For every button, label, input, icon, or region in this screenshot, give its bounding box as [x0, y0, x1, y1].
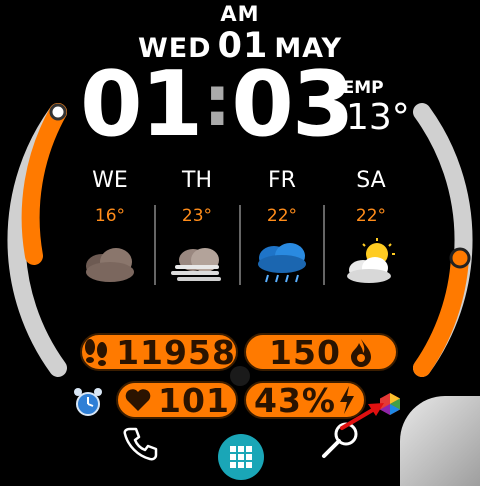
pointer-arrow-icon	[340, 403, 384, 430]
clock-separator: :	[203, 60, 231, 142]
alarm-clock-icon[interactable]	[72, 386, 104, 418]
temperature-value[interactable]: -13°	[333, 97, 410, 138]
cloudy-icon	[86, 248, 134, 282]
digital-clock[interactable]: 01:03	[80, 60, 355, 150]
forecast-day-label: TH	[182, 168, 212, 193]
phone-icon[interactable]	[120, 424, 160, 464]
forecast-day-3[interactable]: FR 22°	[242, 168, 322, 290]
forecast-day-1[interactable]: WE 16°	[70, 168, 150, 290]
forecast-temp: 23°	[181, 206, 213, 226]
heart-icon	[124, 387, 152, 413]
left-arc-handle	[49, 103, 67, 121]
steps-value: 11958	[116, 332, 236, 372]
forecast-temp: 22°	[266, 206, 298, 226]
forecast-temp: 22°	[355, 206, 387, 226]
center-dot	[230, 366, 250, 386]
apps-grid-icon	[230, 446, 252, 468]
calories-value: 150	[269, 332, 341, 372]
forecast-temp: 16°	[94, 206, 126, 226]
heart-rate-value: 101	[158, 380, 230, 420]
clock-hours: 01	[80, 52, 203, 157]
steps-pill[interactable]: 11958	[80, 333, 238, 371]
forecast-day-2[interactable]: TH 23°	[157, 168, 237, 290]
fog-cloud-icon	[171, 248, 221, 281]
temperature-label: TEMP	[331, 78, 384, 98]
battery-value: 43%	[254, 380, 336, 420]
am-pm-indicator: AM	[220, 2, 260, 26]
calories-pill[interactable]: 150	[244, 333, 398, 371]
forecast-day-label: WE	[92, 168, 128, 193]
corner-swoosh	[400, 396, 480, 486]
footsteps-icon	[82, 337, 110, 367]
heart-rate-pill[interactable]: 101	[116, 381, 238, 419]
rain-cloud-icon	[258, 243, 306, 283]
forecast-day-label: FR	[268, 168, 296, 193]
apps-grid-button[interactable]	[218, 434, 264, 480]
partly-sunny-icon	[347, 238, 395, 283]
forecast-divider	[323, 205, 325, 285]
flame-icon	[349, 337, 373, 367]
forecast-day-4[interactable]: SA 22°	[331, 168, 411, 290]
right-arc-handle	[449, 247, 471, 269]
forecast-divider	[239, 205, 241, 285]
forecast-day-label: SA	[356, 168, 386, 193]
forecast-divider	[154, 205, 156, 285]
